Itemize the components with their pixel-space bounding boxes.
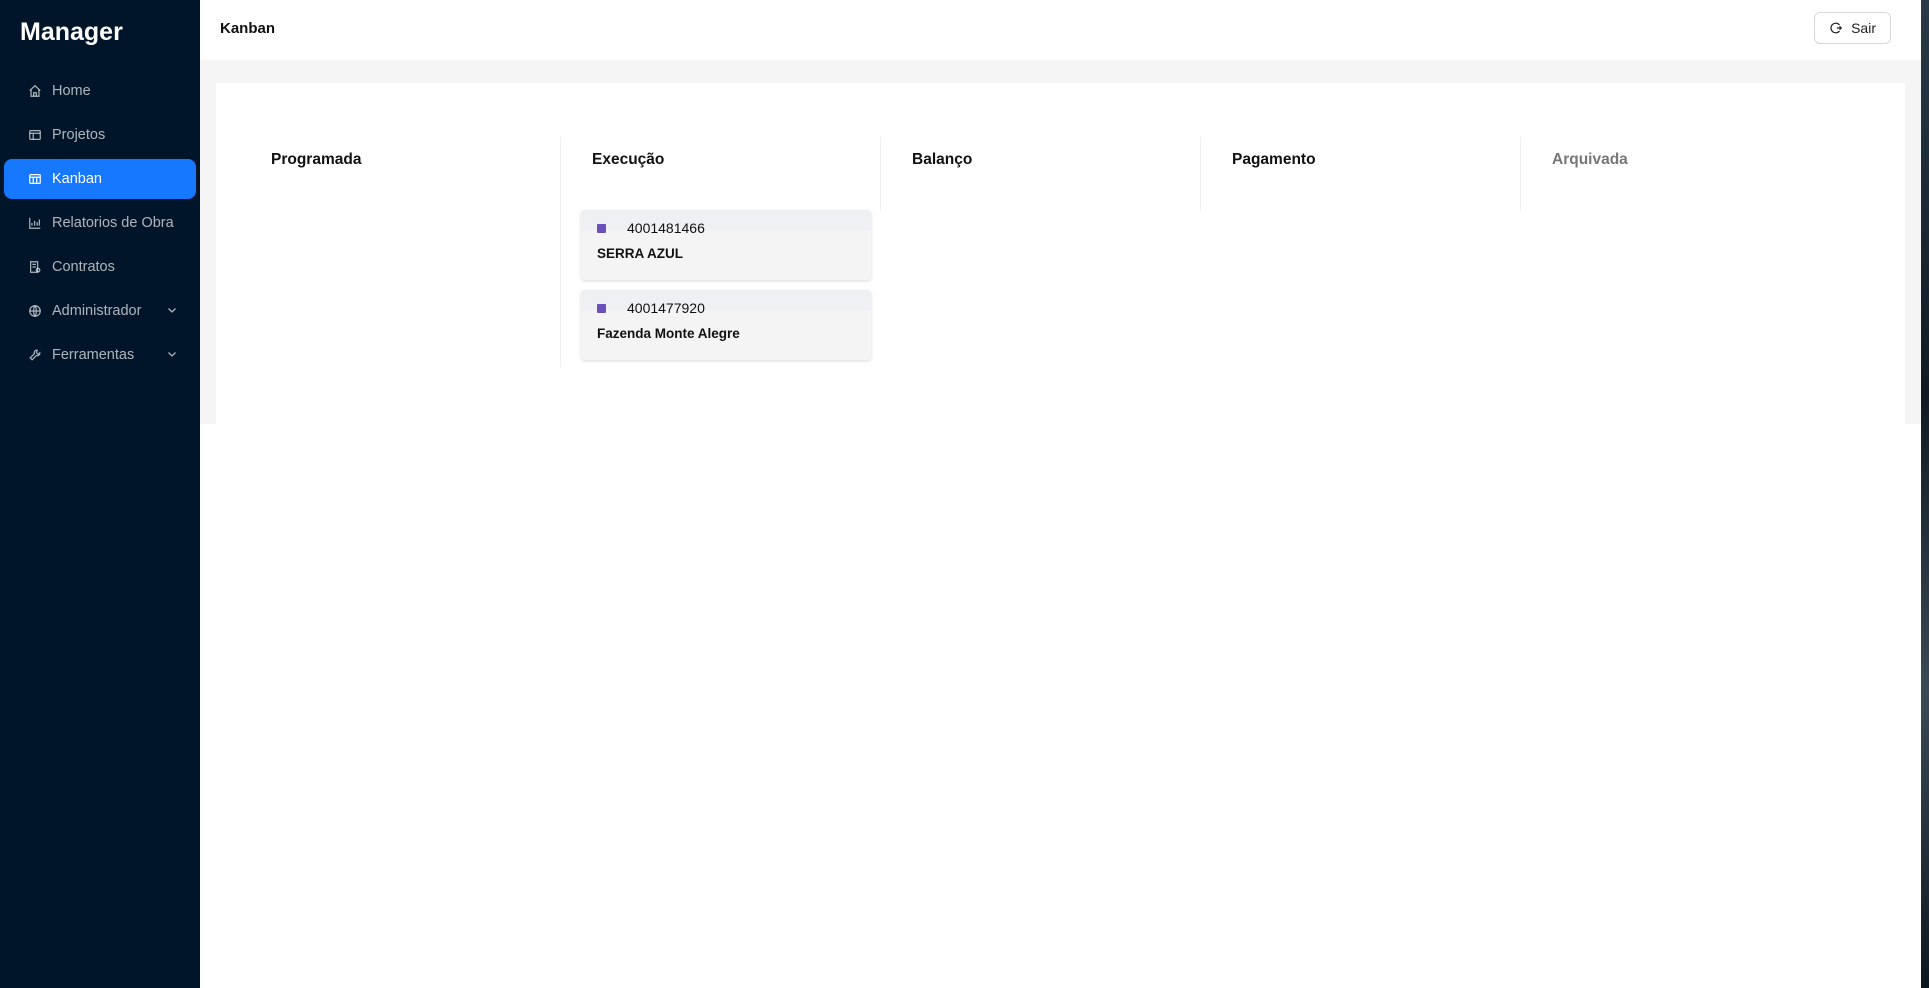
globe-icon xyxy=(28,304,42,318)
sidebar-item-label: Projetos xyxy=(52,127,106,143)
column-title: Execução xyxy=(592,151,665,168)
column-divider xyxy=(1200,137,1201,211)
card-color-marker xyxy=(597,304,606,313)
contract-icon xyxy=(28,260,42,274)
column-divider xyxy=(560,137,561,367)
column-title: Pagamento xyxy=(1232,151,1316,168)
column-divider xyxy=(880,137,881,211)
sidebar-item-ferramentas[interactable]: Ferramentas xyxy=(0,335,200,375)
sidebar-item-projetos[interactable]: Projetos xyxy=(0,115,200,155)
sidebar-item-label: Contratos xyxy=(52,259,115,275)
kanban-column-pagamento: Pagamento xyxy=(1207,137,1527,367)
sidebar-item-label: Ferramentas xyxy=(52,347,135,363)
window-edge-background xyxy=(1921,0,1929,988)
kanban-column-arquivada: Arquivada xyxy=(1527,137,1847,367)
card-color-marker xyxy=(597,224,606,233)
app-logo: Manager xyxy=(20,18,123,46)
sidebar-item-contratos[interactable]: Contratos xyxy=(0,247,200,287)
home-icon xyxy=(28,84,42,98)
card-name: Fazenda Monte Alegre xyxy=(597,326,740,341)
chart-icon xyxy=(28,216,42,230)
chevron-down-icon xyxy=(168,352,176,357)
kanban-card[interactable]: 4001481466 SERRA AZUL xyxy=(581,210,871,280)
card-code: 4001477920 xyxy=(627,300,705,316)
kanban-column-programada: Programada xyxy=(246,137,566,367)
column-title: Balanço xyxy=(912,151,973,168)
column-title: Programada xyxy=(271,151,362,168)
kanban-column-balanco: Balanço xyxy=(887,137,1207,367)
projects-icon xyxy=(28,128,42,142)
column-divider xyxy=(1520,137,1521,211)
logout-label: Sair xyxy=(1851,20,1876,36)
sidebar-item-kanban[interactable]: Kanban xyxy=(4,159,196,199)
page-title: Kanban xyxy=(220,20,276,37)
chevron-down-icon xyxy=(168,308,176,313)
tool-icon xyxy=(28,348,42,362)
kanban-board: Programada Execução 4001481466 SERRA AZU… xyxy=(216,83,1905,424)
sidebar-item-label: Administrador xyxy=(52,303,142,319)
sidebar-menu: Home Projetos Kanban Relatorios de Obra … xyxy=(0,71,200,379)
column-title: Arquivada xyxy=(1552,151,1628,168)
kanban-column-execucao: Execução 4001481466 SERRA AZUL 400147792… xyxy=(567,137,887,367)
sidebar-item-relatorios[interactable]: Relatorios de Obra xyxy=(0,203,200,243)
sidebar-item-home[interactable]: Home xyxy=(0,71,200,111)
logout-button[interactable]: Sair xyxy=(1814,12,1891,44)
card-code: 4001481466 xyxy=(627,220,705,236)
sidebar-item-label: Relatorios de Obra xyxy=(52,215,174,231)
kanban-icon xyxy=(28,172,42,186)
card-header-band xyxy=(581,210,871,230)
card-name: SERRA AZUL xyxy=(597,246,683,261)
main-area: Kanban Sair Programada Execução 40014814… xyxy=(200,0,1921,988)
kanban-card[interactable]: 4001477920 Fazenda Monte Alegre xyxy=(581,290,871,360)
card-header-band xyxy=(581,290,871,310)
sidebar: Manager Home Projetos Kanban Relatorios … xyxy=(0,0,200,988)
logout-icon xyxy=(1830,22,1843,34)
sidebar-item-label: Kanban xyxy=(52,171,102,187)
sidebar-item-label: Home xyxy=(52,83,91,99)
top-header: Kanban Sair xyxy=(200,0,1921,60)
sidebar-item-administrador[interactable]: Administrador xyxy=(0,291,200,331)
